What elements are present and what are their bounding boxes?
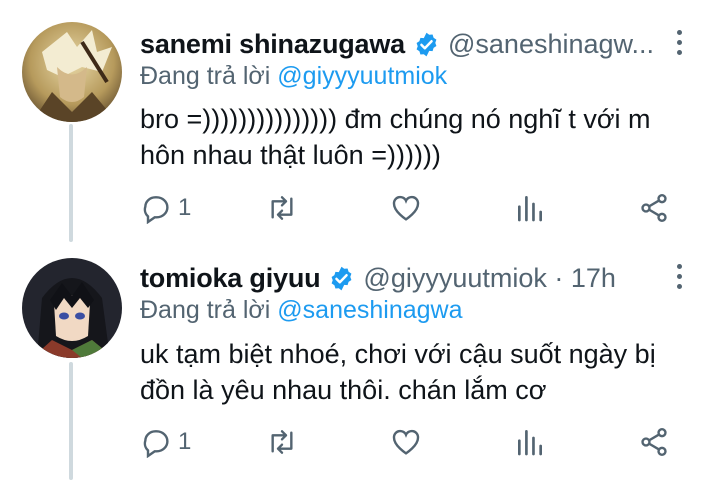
avatar-image bbox=[22, 258, 122, 358]
share-icon bbox=[641, 428, 667, 456]
tweet-header: sanemi shinazugawa @saneshinagw... bbox=[140, 24, 654, 64]
reply-button[interactable]: 1 bbox=[140, 188, 191, 228]
avatar-sanemi[interactable] bbox=[22, 22, 122, 122]
replying-to: Đang trả lời @saneshinagwa bbox=[140, 296, 463, 325]
reply-icon bbox=[143, 430, 169, 458]
verified-badge-icon bbox=[416, 32, 437, 56]
analytics-icon bbox=[518, 196, 542, 222]
replying-mention[interactable]: @giyyyuutmiok bbox=[277, 62, 447, 90]
tweet-text-line: uk tạm biệt nhoé, chơi với cậu suốt ngày… bbox=[140, 339, 656, 369]
replying-mention[interactable]: @saneshinagwa bbox=[277, 296, 462, 324]
share-button[interactable] bbox=[638, 188, 670, 228]
more-options-icon[interactable] bbox=[674, 30, 684, 60]
tweet-header: tomioka giyuu @giyyyuutmiok · 17h bbox=[140, 258, 616, 298]
analytics-icon bbox=[518, 430, 542, 456]
action-bar: 1 bbox=[140, 188, 700, 228]
tweet-sanemi[interactable]: sanemi shinazugawa @saneshinagw... Đang … bbox=[0, 0, 720, 242]
avatar-image bbox=[22, 22, 122, 122]
tweet-text-line: hôn nhau thật luôn =)))))) bbox=[140, 140, 441, 170]
handle-and-time[interactable]: @giyyyuutmiok · 17h bbox=[363, 263, 616, 294]
more-options-icon[interactable] bbox=[674, 264, 684, 294]
retweet-button[interactable] bbox=[266, 188, 298, 228]
share-icon bbox=[641, 194, 667, 222]
reply-icon bbox=[143, 196, 169, 224]
display-name[interactable]: tomioka giyuu bbox=[140, 263, 321, 294]
retweet-icon bbox=[271, 196, 293, 220]
replying-to: Đang trả lời @giyyyuutmiok bbox=[140, 62, 447, 91]
replying-prefix: Đang trả lời bbox=[140, 296, 271, 324]
share-button[interactable] bbox=[638, 422, 670, 462]
reply-button[interactable]: 1 bbox=[140, 422, 191, 462]
reply-count: 1 bbox=[178, 194, 192, 221]
retweet-icon bbox=[271, 430, 293, 454]
tweet-tomioka[interactable]: tomioka giyuu @giyyyuutmiok · 17h Đang t… bbox=[0, 242, 720, 480]
analytics-button[interactable] bbox=[514, 422, 546, 462]
handle[interactable]: @saneshinagw... bbox=[448, 29, 654, 60]
like-icon bbox=[392, 195, 420, 221]
thread-line bbox=[69, 124, 73, 242]
display-name[interactable]: sanemi shinazugawa bbox=[140, 29, 405, 60]
tweet-text-line: bro =))))))))))))))) đm chúng nó nghĩ t … bbox=[140, 104, 651, 134]
tweet-text-line: đồn là yêu nhau thôi. chán lắm cơ bbox=[140, 375, 547, 405]
like-button[interactable] bbox=[390, 188, 422, 228]
verified-badge-icon bbox=[332, 266, 352, 290]
action-bar: 1 bbox=[140, 422, 700, 462]
tweet-text: uk tạm biệt nhoé, chơi với cậu suốt ngày… bbox=[140, 336, 700, 408]
like-icon bbox=[392, 429, 420, 455]
retweet-button[interactable] bbox=[266, 422, 298, 462]
reply-count: 1 bbox=[178, 428, 192, 455]
replying-prefix: Đang trả lời bbox=[140, 62, 271, 90]
avatar-tomioka[interactable] bbox=[22, 258, 122, 358]
thread-line bbox=[69, 362, 73, 480]
tweet-text: bro =))))))))))))))) đm chúng nó nghĩ t … bbox=[140, 101, 700, 173]
like-button[interactable] bbox=[390, 422, 422, 462]
analytics-button[interactable] bbox=[514, 188, 546, 228]
